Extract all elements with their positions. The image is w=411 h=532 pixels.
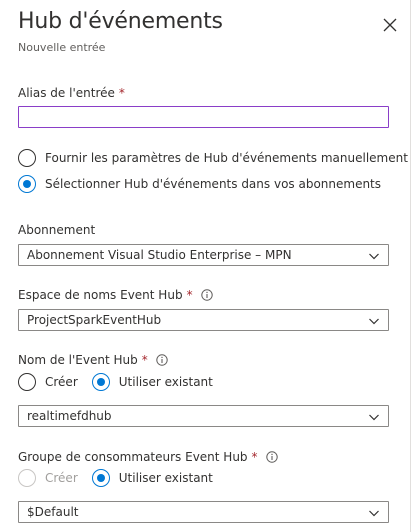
chevron-down-icon (369, 253, 379, 260)
consumer-group-label-text: Groupe de consommateurs Event Hub (18, 450, 248, 464)
event-hub-name-label-text: Nom de l'Event Hub (18, 353, 138, 367)
alias-label-text: Alias de l'entrée (18, 86, 115, 100)
chevron-down-icon (369, 414, 379, 421)
consumer-group-dropdown[interactable]: $Default (18, 501, 389, 523)
radio-create-consumer-group[interactable]: Créer (18, 469, 78, 487)
subscription-value: Abonnement Visual Studio Enterprise – MP… (27, 248, 292, 262)
radio-circle-create-consumer-group[interactable] (18, 469, 36, 487)
event-hub-dropdown[interactable]: realtimefdhub (18, 405, 389, 427)
radio-manual[interactable]: Fournir les paramètres de Hub d'événemen… (18, 149, 408, 167)
radio-circle-use-existing-consumer-group[interactable] (91, 469, 110, 487)
radio-circle-select-subscription[interactable] (18, 175, 36, 193)
radio-select-subscription[interactable]: Sélectionner Hub d'événements dans vos a… (18, 175, 381, 193)
radio-circle-manual[interactable] (18, 149, 36, 167)
event-hub-value: realtimefdhub (27, 409, 112, 423)
event-hub-mode-radios: Créer Utiliser existant (18, 373, 213, 391)
radio-circle-create-event-hub[interactable] (18, 373, 36, 391)
required-marker: * (186, 288, 193, 302)
consumer-group-label: Groupe de consommateurs Event Hub * (18, 450, 278, 464)
namespace-dropdown[interactable]: ProjectSparkEventHub (18, 309, 389, 331)
panel-subtitle: Nouvelle entrée (18, 41, 106, 54)
info-icon[interactable] (265, 451, 278, 463)
consumer-group-value: $Default (27, 505, 79, 519)
radio-use-existing-consumer-group[interactable]: Utiliser existant (91, 469, 213, 487)
panel-title: Hub d'événements (18, 9, 223, 34)
radio-use-existing-event-hub[interactable]: Utiliser existant (91, 373, 213, 391)
radio-manual-label: Fournir les paramètres de Hub d'événemen… (45, 151, 408, 165)
namespace-label: Espace de noms Event Hub * (18, 288, 213, 302)
radio-create-label: Créer (45, 375, 78, 389)
chevron-down-icon (369, 318, 379, 325)
close-icon (383, 18, 397, 32)
alias-label: Alias de l'entrée * (18, 86, 125, 100)
required-marker: * (141, 353, 148, 367)
required-marker: * (251, 450, 258, 464)
radio-circle-use-existing-event-hub[interactable] (91, 373, 110, 391)
namespace-label-text: Espace de noms Event Hub (18, 288, 183, 302)
close-button[interactable] (379, 14, 401, 36)
radio-create-event-hub[interactable]: Créer (18, 373, 78, 391)
info-icon[interactable] (156, 354, 168, 366)
subscription-dropdown[interactable]: Abonnement Visual Studio Enterprise – MP… (18, 244, 389, 266)
subscription-label-text: Abonnement (18, 223, 96, 237)
event-hub-name-label: Nom de l'Event Hub * (18, 353, 168, 367)
radio-select-subscription-label: Sélectionner Hub d'événements dans vos a… (45, 177, 382, 191)
alias-input[interactable] (18, 106, 389, 128)
info-icon[interactable] (200, 289, 213, 301)
radio-use-existing-label: Utiliser existant (118, 471, 213, 485)
required-marker: * (118, 86, 125, 100)
chevron-down-icon (369, 510, 379, 517)
consumer-group-mode-radios: Créer Utiliser existant (18, 469, 213, 487)
subscription-label: Abonnement (18, 223, 95, 237)
radio-create-label: Créer (45, 471, 78, 485)
radio-use-existing-label: Utiliser existant (118, 375, 213, 389)
namespace-value: ProjectSparkEventHub (27, 313, 162, 327)
